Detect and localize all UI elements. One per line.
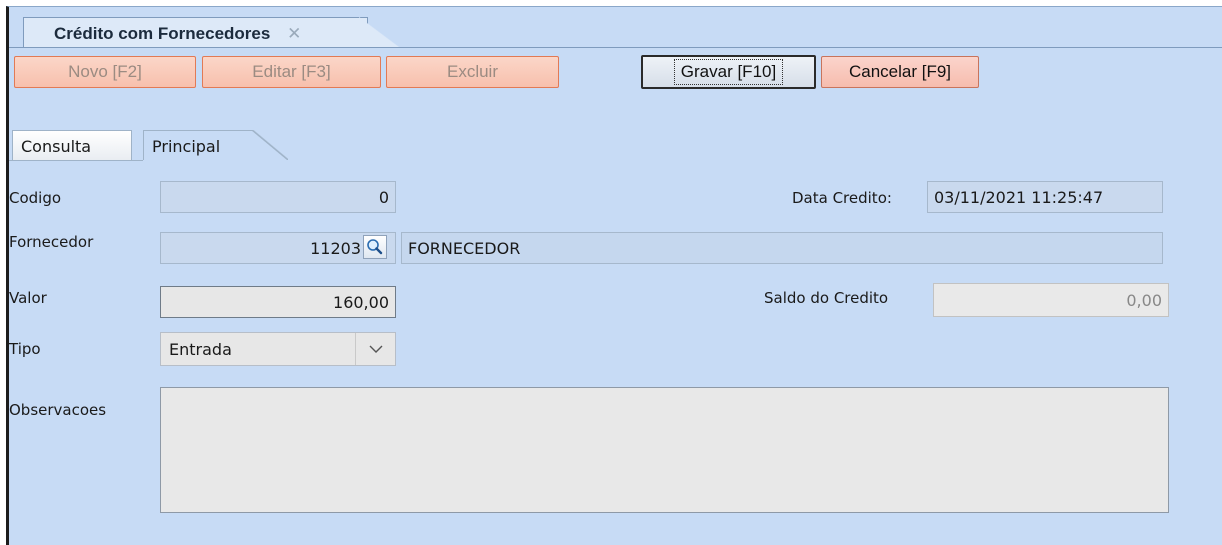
- fornecedor-name-value: FORNECEDOR: [408, 238, 521, 258]
- fornecedor-code-field[interactable]: 11203: [160, 232, 396, 264]
- novo-button[interactable]: Novo [F2]: [14, 56, 196, 88]
- tipo-label: Tipo: [9, 340, 41, 358]
- cancelar-button-label: Cancelar [F9]: [848, 62, 952, 81]
- editar-button[interactable]: Editar [F3]: [202, 56, 381, 88]
- tab-principal-edge: [252, 130, 288, 160]
- valor-label: Valor: [9, 289, 47, 307]
- gravar-button[interactable]: Gravar [F10]: [641, 55, 816, 89]
- window-frame: Crédito com Fornecedores ✕ Novo [F2] Edi…: [6, 6, 1222, 545]
- data-credito-field[interactable]: 03/11/2021 11:25:47: [927, 181, 1163, 213]
- observacoes-label: Observacoes: [9, 401, 107, 419]
- fornecedor-code-value: 11203: [310, 238, 361, 258]
- gravar-button-label: Gravar [F10]: [673, 59, 784, 85]
- data-credito-label: Data Credito:: [792, 189, 892, 207]
- valor-field[interactable]: 160,00: [160, 286, 396, 318]
- excluir-button-label: Excluir: [446, 62, 498, 81]
- tab-principal[interactable]: Principal: [143, 130, 253, 160]
- document-tab-title: Crédito com Fornecedores: [54, 24, 271, 43]
- document-tab-edge: [359, 17, 399, 47]
- document-tab[interactable]: Crédito com Fornecedores ✕: [23, 17, 368, 47]
- fornecedor-label: Fornecedor: [9, 233, 94, 251]
- tipo-select[interactable]: Entrada: [160, 332, 396, 366]
- tab-consulta[interactable]: Consulta: [12, 130, 132, 160]
- tipo-value: Entrada: [169, 340, 232, 359]
- excluir-button[interactable]: Excluir: [386, 56, 559, 88]
- saldo-label: Saldo do Credito: [764, 289, 889, 307]
- data-credito-value: 03/11/2021 11:25:47: [934, 187, 1104, 207]
- saldo-field: 0,00: [933, 283, 1169, 317]
- codigo-label: Codigo: [9, 189, 62, 207]
- search-icon[interactable]: [363, 235, 387, 259]
- codigo-value: 0: [378, 187, 389, 207]
- fornecedor-name-field: FORNECEDOR: [401, 232, 1163, 264]
- observacoes-textarea[interactable]: [160, 387, 1169, 513]
- tab-consulta-label: Consulta: [21, 137, 92, 156]
- saldo-value: 0,00: [1126, 290, 1162, 310]
- codigo-field[interactable]: 0: [160, 181, 396, 213]
- page-tab-divider: [9, 160, 143, 161]
- close-icon[interactable]: ✕: [287, 24, 301, 43]
- valor-value: 160,00: [333, 292, 389, 312]
- novo-button-label: Novo [F2]: [68, 62, 142, 81]
- editar-button-label: Editar [F3]: [252, 62, 331, 81]
- cancelar-button[interactable]: Cancelar [F9]: [821, 56, 979, 88]
- chevron-down-icon[interactable]: [355, 333, 395, 365]
- tab-divider: [9, 47, 1222, 48]
- tab-principal-label: Principal: [152, 137, 221, 156]
